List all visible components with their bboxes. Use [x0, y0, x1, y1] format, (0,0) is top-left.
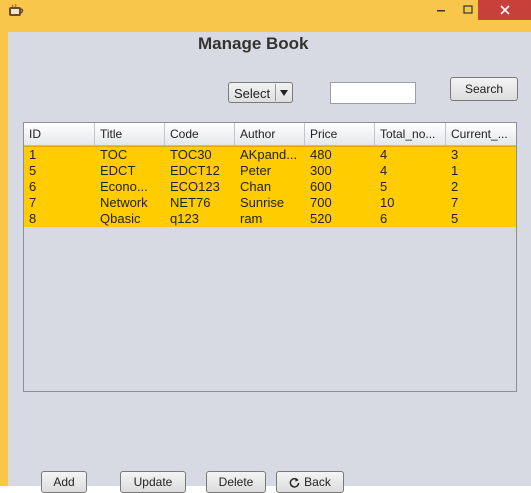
cell-total: 5 [380, 179, 388, 194]
table-row[interactable]: 8 Qbasic q123 ram 520 6 5 [24, 211, 516, 227]
update-button[interactable]: Update [120, 471, 186, 493]
add-button[interactable]: Add [41, 471, 87, 493]
column-header-current[interactable]: Current_... [446, 123, 516, 145]
cell-id: 8 [29, 211, 37, 226]
table-row[interactable]: 7 Network NET76 Sunrise 700 10 7 [24, 195, 516, 211]
cell-current: 7 [451, 195, 459, 210]
column-header-id[interactable]: ID [24, 123, 95, 145]
cell-current: 5 [451, 211, 459, 226]
filter-select[interactable]: Select [228, 82, 293, 103]
cell-price: 480 [310, 147, 332, 162]
cell-author: Chan [240, 179, 272, 194]
cell-price: 300 [310, 163, 332, 178]
close-icon[interactable] [478, 0, 531, 20]
column-header-author[interactable]: Author [235, 123, 305, 145]
cell-total: 6 [380, 211, 388, 226]
cell-author: AKpand... [240, 147, 298, 162]
cell-current: 3 [451, 147, 459, 162]
column-header-code[interactable]: Code [165, 123, 235, 145]
cell-title: Network [100, 195, 148, 210]
cell-title: TOC [100, 147, 128, 162]
cell-code: ECO123 [170, 179, 220, 194]
search-input[interactable] [330, 82, 416, 104]
column-header-total[interactable]: Total_no... [375, 123, 446, 145]
cell-price: 700 [310, 195, 332, 210]
cell-id: 1 [29, 147, 37, 162]
cell-total: 4 [380, 147, 388, 162]
cell-current: 1 [451, 163, 459, 178]
cell-code: NET76 [170, 195, 211, 210]
table-header: ID Title Code Author Price Total_no... C… [24, 123, 516, 146]
cell-price: 520 [310, 211, 332, 226]
cell-title: Qbasic [100, 211, 141, 226]
cell-author: Peter [240, 163, 272, 178]
table-row[interactable]: 1 TOC TOC30 AKpand... 480 4 3 [24, 146, 516, 163]
cell-code: q123 [170, 211, 199, 226]
window-title-bar [0, 0, 531, 25]
cell-code: EDCT12 [170, 163, 220, 178]
cell-current: 2 [451, 179, 459, 194]
column-header-price[interactable]: Price [305, 123, 375, 145]
books-table: ID Title Code Author Price Total_no... C… [23, 122, 517, 392]
cell-title: Econo... [100, 179, 148, 194]
minimize-icon[interactable] [427, 0, 455, 20]
filter-select-label: Select [234, 86, 271, 101]
java-app-icon [8, 3, 24, 18]
cell-id: 7 [29, 195, 37, 210]
cell-price: 600 [310, 179, 332, 194]
cell-author: Sunrise [240, 195, 285, 210]
back-button-label: Back [304, 475, 331, 489]
cell-title: EDCT [100, 163, 136, 178]
cell-author: ram [240, 211, 263, 226]
cell-total: 4 [380, 163, 388, 178]
chevron-down-icon[interactable] [275, 84, 291, 101]
cell-id: 6 [29, 179, 37, 194]
cell-code: TOC30 [170, 147, 212, 162]
table-row[interactable]: 5 EDCT EDCT12 Peter 300 4 1 [24, 163, 516, 179]
page-title: Manage Book [198, 34, 309, 53]
table-row[interactable]: 6 Econo... ECO123 Chan 600 5 2 [24, 179, 516, 195]
cell-id: 5 [29, 163, 37, 178]
delete-button[interactable]: Delete [206, 471, 266, 493]
search-button[interactable]: Search [450, 77, 518, 101]
back-button[interactable]: Back [276, 471, 344, 493]
table-body: 1 TOC TOC30 AKpand... 480 4 3 5 EDCT EDC… [24, 146, 516, 227]
column-header-title[interactable]: Title [95, 123, 165, 145]
cell-total: 10 [380, 195, 395, 210]
